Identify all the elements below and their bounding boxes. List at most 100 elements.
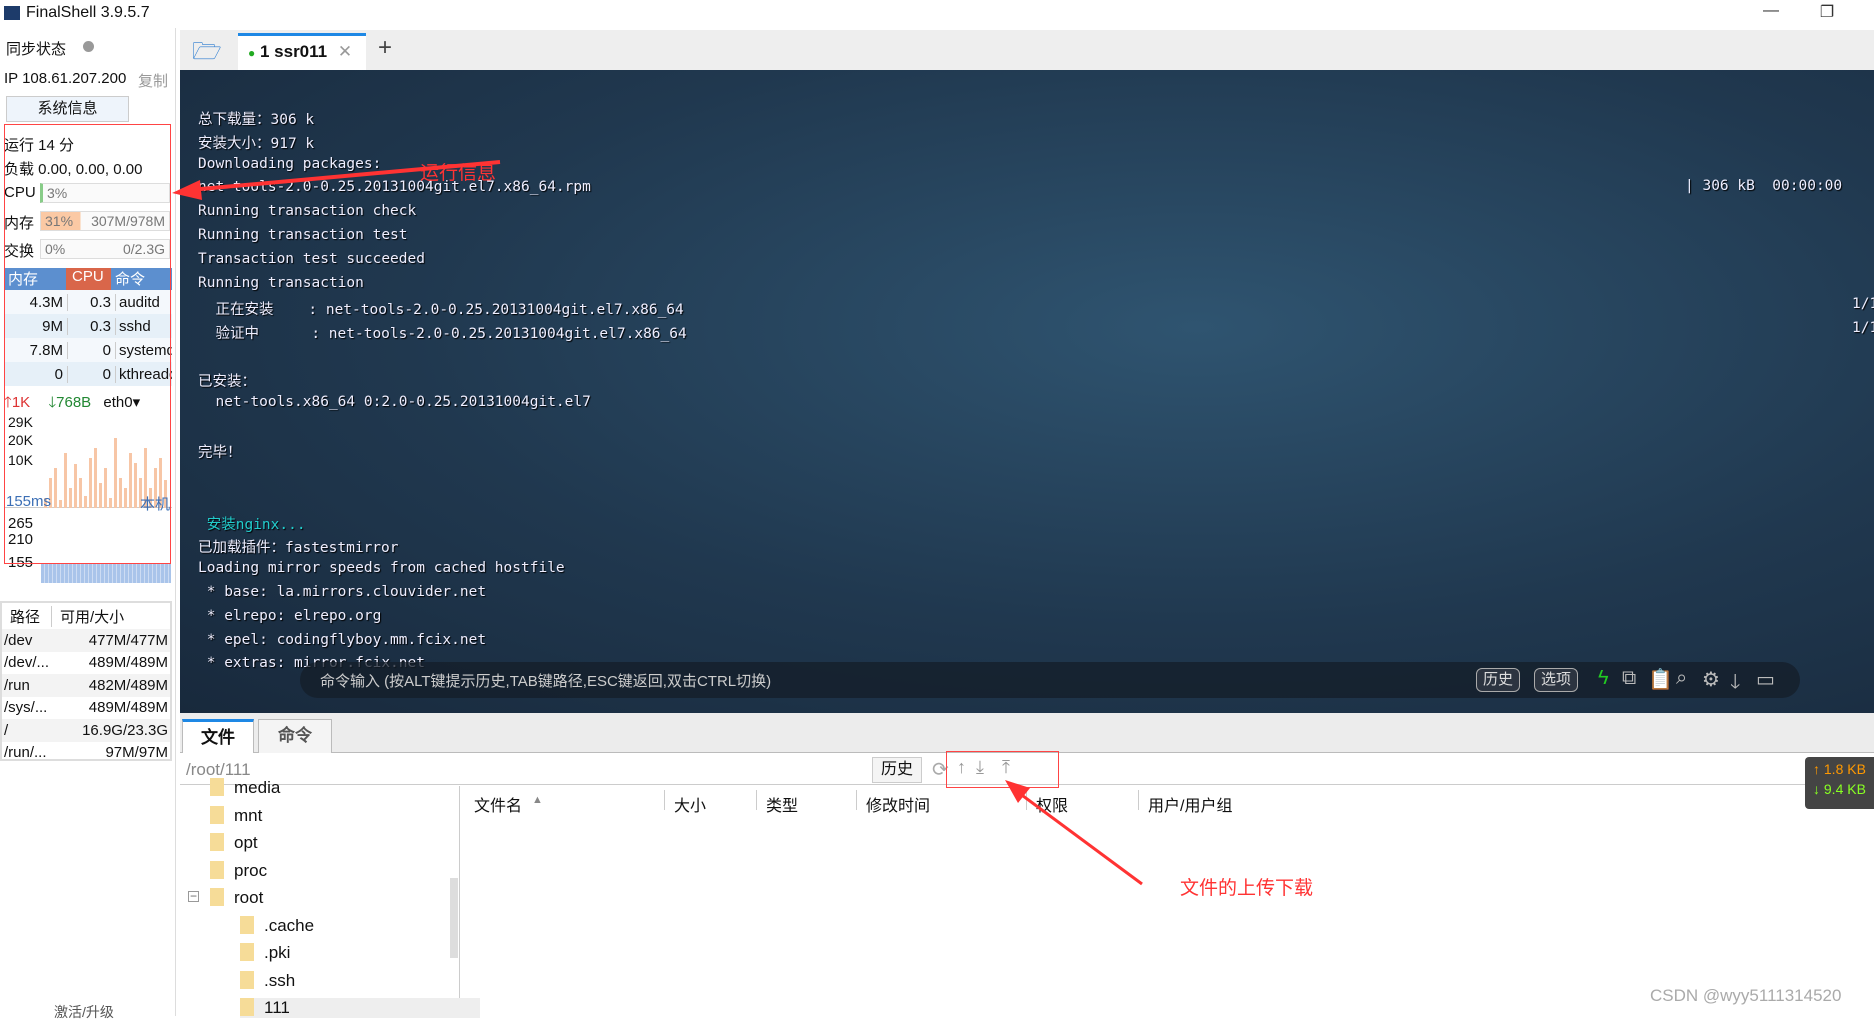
disk-row[interactable]: /sys/... 489M/489M [2, 697, 170, 720]
terminal-line: 验证中 : net-tools-2.0-0.25.20131004git.el7… [198, 326, 687, 343]
column-divider[interactable] [1138, 790, 1139, 810]
tree-item[interactable]: root − [188, 888, 263, 908]
terminal-line: Running transaction check [198, 203, 417, 220]
column-header[interactable]: 文件名 [474, 792, 522, 816]
tab-commands[interactable]: 命令 [258, 719, 332, 753]
connected-dot-icon: ● [248, 46, 256, 60]
directory-tree[interactable]: media mnt opt proc root − .cache .pki .ssh 111 [180, 778, 480, 1018]
tree-item[interactable]: opt [210, 833, 258, 853]
command-input-bar[interactable]: 命令输入 (按ALT键提示历史,TAB键路径,ESC键返回,双击CTRL切换) … [300, 662, 1800, 698]
tree-scrollbar[interactable] [450, 878, 458, 958]
disk-path: / [4, 721, 9, 739]
disk-header-path[interactable]: 路径 [2, 605, 52, 627]
disk-size: 489M/489M [88, 699, 168, 717]
column-header[interactable]: 修改时间 [866, 792, 930, 816]
disk-size: 97M/97M [105, 744, 168, 762]
column-divider[interactable] [756, 790, 757, 810]
disk-row[interactable]: /run/... 97M/97M [2, 742, 170, 765]
tree-item[interactable]: .cache [240, 915, 314, 936]
terminal-line: * elrepo: elrepo.org [198, 607, 382, 624]
disk-row[interactable]: / 16.9G/23.3G [2, 719, 170, 742]
copy-ip-link[interactable]: 复制 [138, 70, 168, 91]
terminal-line: 安装大小：917 k [198, 135, 315, 152]
sync-status-dot [83, 41, 94, 52]
disk-row[interactable]: /run 482M/489M [2, 674, 170, 697]
tree-item[interactable]: .pki [240, 943, 290, 963]
title-bar: FinalShell 3.9.5.7 — ❐ [0, 0, 1874, 28]
new-tab-button[interactable]: + [378, 34, 392, 62]
terminal-line: 已加载插件：fastestmirror [198, 540, 399, 557]
disk-path: /run/... [4, 744, 47, 762]
download-speed: ↓ 9.4 KB [1813, 781, 1866, 797]
terminal-line: net-tools.x86_64 0:2.0-0.25.20131004git.… [198, 393, 591, 410]
terminal-line: 安装nginx... [198, 516, 306, 533]
activate-link[interactable]: 激活/升级 [54, 1002, 114, 1022]
disk-size: 482M/489M [88, 676, 168, 694]
column-divider[interactable] [1026, 790, 1027, 810]
disk-path: /dev [4, 631, 33, 649]
disk-row[interactable]: /dev/... 489M/489M [2, 652, 170, 675]
disk-path: /dev/... [4, 654, 50, 672]
column-header[interactable]: 权限 [1036, 792, 1068, 816]
path-input[interactable]: /root/111 [186, 760, 251, 780]
terminal-line: 总下载量：306 k [198, 112, 315, 128]
column-header[interactable]: 类型 [766, 792, 798, 816]
tab-files[interactable]: 文件 [182, 719, 254, 753]
collapse-icon[interactable]: − [188, 890, 199, 902]
sync-status-label: 同步状态 [6, 41, 67, 58]
disk-size: 477M/477M [88, 631, 168, 649]
folder-icon [210, 888, 224, 906]
terminal-line: Downloading packages: [198, 155, 382, 172]
command-input[interactable]: 命令输入 (按ALT键提示历史,TAB键路径,ESC键返回,双击CTRL切换) [320, 670, 771, 691]
folder-icon [240, 970, 254, 989]
column-header[interactable]: 大小 [674, 792, 706, 816]
lightning-icon[interactable]: ϟ [1598, 667, 1609, 690]
copy-icon[interactable]: ⧉ [1622, 667, 1636, 690]
disk-table: 路径 可用/大小 /dev 477M/477M/dev/... 489M/489M /… [0, 601, 172, 761]
restore-button[interactable]: ❐ [1812, 2, 1842, 22]
column-divider[interactable] [856, 790, 857, 810]
upload-speed: ↑ 1.8 KB [1813, 761, 1866, 777]
folder-open-icon[interactable]: 🗁 [192, 34, 222, 75]
gear-icon[interactable]: ⚙ [1702, 667, 1720, 692]
tree-item[interactable]: mnt [210, 805, 263, 826]
tree-item[interactable]: proc [210, 860, 268, 881]
tree-item[interactable]: 111 [240, 998, 480, 1018]
annotation-runinfo: 运行信息 [420, 163, 497, 184]
paste-icon[interactable]: 📋 [1648, 667, 1673, 692]
annotation-box-transfer [946, 751, 1059, 788]
close-tab-icon[interactable]: ✕ [338, 42, 352, 61]
column-header[interactable]: 用户/用户组 [1148, 792, 1232, 816]
disk-row[interactable]: /dev 477M/477M [2, 629, 170, 652]
bottom-tab-bar: 文件 命令 [180, 713, 1874, 753]
sysinfo-button[interactable]: 系统信息 [6, 96, 129, 122]
terminal-line: 完毕！ [198, 445, 242, 462]
tab-ssr011[interactable]: ● 1 ssr011 ✕ [238, 33, 366, 70]
terminal-line: Running transaction [198, 274, 364, 291]
verify-count: 1/1 [1852, 320, 1874, 336]
arrow-down-icon[interactable]: 🡓 [1730, 667, 1740, 701]
maximize-icon[interactable]: ▭ [1756, 667, 1775, 692]
path-history-button[interactable]: 历史 [872, 757, 922, 783]
tree-item-label: proc [234, 860, 268, 880]
history-button[interactable]: 历史 [1476, 668, 1521, 692]
column-divider[interactable] [664, 790, 665, 810]
tree-item-label: .pki [264, 943, 291, 962]
options-button[interactable]: 选项 [1534, 668, 1579, 692]
search-icon[interactable]: ⌕ [1676, 667, 1687, 690]
ip-address: IP 108.61.207.200 [4, 70, 127, 87]
tree-item[interactable]: media [210, 778, 280, 798]
sort-asc-icon: ▲ [532, 794, 543, 806]
app-title: FinalShell 3.9.5.7 [26, 4, 150, 21]
minimize-button[interactable]: — [1756, 2, 1786, 20]
tree-item-label: mnt [234, 805, 263, 825]
folder-icon [240, 943, 254, 961]
app-icon [4, 6, 20, 20]
folder-icon [210, 833, 224, 851]
tab-label: 1 ssr011 [259, 42, 328, 61]
session-tab-bar: 🗁 ● 1 ssr011 ✕ + [180, 30, 1874, 70]
download-progress: | 306 kB 00:00:00 [1685, 178, 1843, 194]
disk-path: /run [4, 676, 30, 694]
tree-item[interactable]: .ssh [240, 970, 295, 991]
disk-header-size[interactable]: 可用/大小 [52, 606, 124, 627]
